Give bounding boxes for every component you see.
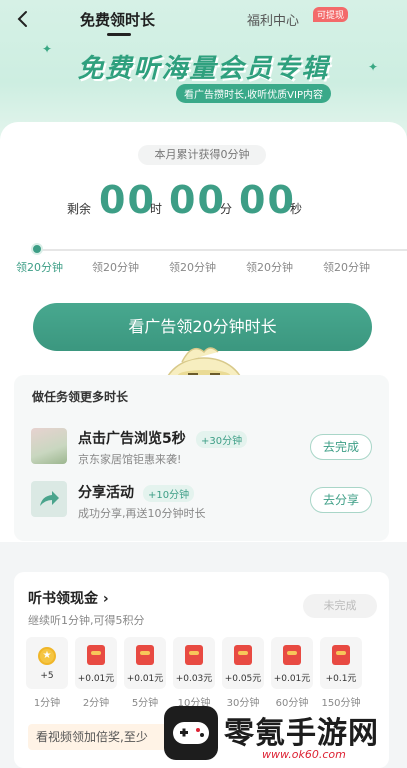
reward-value: +0.01元 [126,674,164,684]
red-packet-icon [136,645,154,665]
active-tab-indicator [107,33,131,36]
reward-time-label: 150分钟 [321,698,361,709]
task-title: 分享活动 [78,485,134,501]
progress-step: 领20分钟 [169,261,216,274]
cash-subtitle: 继续听1分钟,可得5积分 [28,614,145,627]
progress-current-dot [31,243,43,255]
red-packet-icon [185,645,203,665]
share-icon [31,481,67,517]
progress-track [36,249,407,251]
banner-subtitle: 看广告攒时长,收听优质VIP内容 [176,84,331,103]
watermark-brand: 零氪手游网 [224,716,379,751]
gamepad-logo-icon [164,706,218,760]
progress-step: 领20分钟 [16,261,63,274]
reward-item: ★ +5 [26,637,68,689]
cash-title-text: 听书领现金 [28,591,98,607]
reward-item: +0.01元 [124,637,166,689]
red-packet-icon [332,645,350,665]
progress-step: 领20分钟 [92,261,139,274]
task-subtitle: 京东家居馆钜惠来袭! [78,453,182,466]
minutes-value: 00 [169,178,226,222]
chevron-right-icon: › [102,591,109,607]
reward-item: +0.01元 [271,637,313,689]
remaining-timer: 剩余 00 时 00 分 00 秒 [0,178,407,222]
progress-step: 领20分钟 [246,261,293,274]
share-task-button[interactable]: 去分享 [310,487,372,513]
reward-value: +0.1元 [325,674,357,684]
progress-step: 领20分钟 [323,261,370,274]
reward-time-label: 1分钟 [33,698,61,709]
reward-item: +0.03元 [173,637,215,689]
task-subtitle: 成功分享,再送10分钟时长 [78,507,206,520]
complete-task-button[interactable]: 去完成 [310,434,372,460]
remaining-label: 剩余 [67,202,92,216]
task-title: 点击广告浏览5秒 [78,431,186,447]
minutes-unit: 分 [220,202,233,216]
seconds-value: 00 [239,178,296,222]
reward-item: +0.1元 [320,637,362,689]
seconds-unit: 秒 [290,202,303,216]
double-reward-hint[interactable]: 看视频领加倍奖,至少 [28,724,178,750]
hours-unit: 时 [150,202,163,216]
month-total-pill: 本月累计获得0分钟 [138,145,266,165]
reward-value: +0.01元 [273,674,311,684]
reward-item: +0.05元 [222,637,264,689]
chevron-left-icon[interactable] [12,8,34,30]
reward-time-label: 30分钟 [226,698,260,709]
top-nav: 免费领时长 福利中心 可提现 [0,0,407,40]
reward-time-label: 5分钟 [131,698,159,709]
reward-value: +5 [40,671,54,681]
red-packet-icon [283,645,301,665]
reward-time-label: 2分钟 [82,698,110,709]
reward-time-label: 60分钟 [275,698,309,709]
banner-title: 免费听海量会员专辑 [77,54,330,84]
task-bonus-badge: +10分钟 [143,485,195,502]
red-packet-icon [234,645,252,665]
reward-value: +0.03元 [175,674,213,684]
coin-icon: ★ [38,647,56,665]
task-section-heading: 做任务领更多时长 [32,390,129,404]
reward-value: +0.05元 [224,674,262,684]
red-packet-icon [87,645,105,665]
tab-welfare-center[interactable]: 福利中心 [247,10,299,29]
cash-title[interactable]: 听书领现金 › [28,588,109,608]
hours-value: 00 [99,178,156,222]
tab-free-time[interactable]: 免费领时长 [80,9,155,30]
withdrawable-badge: 可提现 [313,7,349,22]
task-bonus-badge: +30分钟 [196,431,248,448]
cash-status-button: 未完成 [303,594,377,618]
watermark-url: www.ok60.com [262,748,346,761]
ad-thumbnail-image [31,428,67,464]
reward-item: +0.01元 [75,637,117,689]
reward-value: +0.01元 [77,674,115,684]
